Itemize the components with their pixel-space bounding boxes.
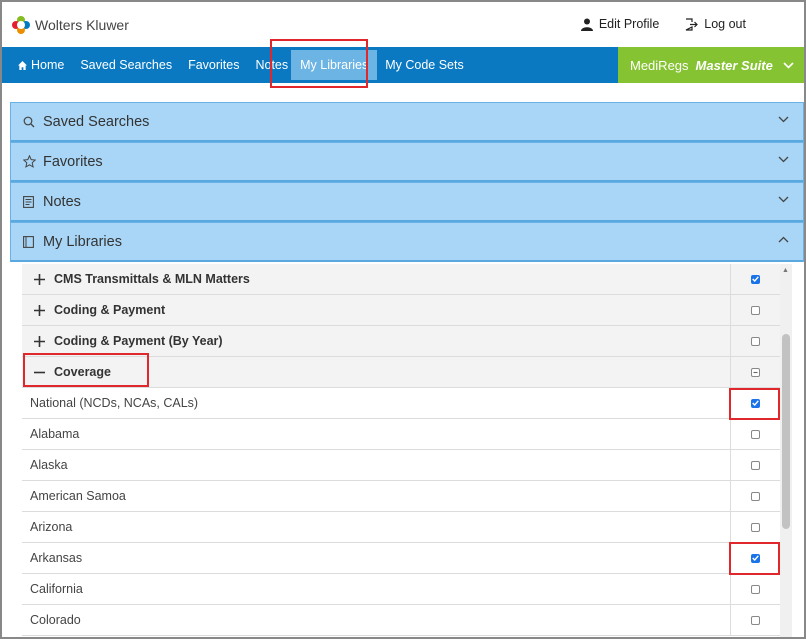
search-icon bbox=[23, 116, 35, 127]
library-icon bbox=[23, 235, 34, 248]
log-out-link[interactable]: Log out bbox=[685, 17, 746, 31]
library-group-row[interactable]: CMS Transmittals & MLN Matters bbox=[22, 264, 792, 295]
user-icon bbox=[580, 18, 593, 31]
coverage-item-row[interactable]: American Samoa bbox=[22, 481, 792, 512]
nav-favorites[interactable]: Favorites bbox=[180, 47, 247, 83]
accordion-favorites-label: Favorites bbox=[43, 153, 103, 170]
nav-home-label: Home bbox=[31, 58, 65, 72]
plus-icon[interactable] bbox=[33, 335, 45, 347]
nav-my-libraries[interactable]: My Libraries bbox=[291, 50, 378, 80]
library-checkbox[interactable] bbox=[751, 305, 760, 315]
coverage-item-row[interactable]: Arkansas bbox=[22, 543, 792, 574]
check-icon bbox=[752, 555, 759, 561]
accordion: Saved Searches Favorites Notes My Librar… bbox=[10, 102, 804, 262]
notes-icon bbox=[23, 195, 34, 208]
plus-icon[interactable] bbox=[33, 304, 45, 316]
coverage-item-row[interactable]: National (NCDs, NCAs, CALs) bbox=[22, 388, 792, 419]
list-scrollbar[interactable]: ▲ bbox=[780, 264, 792, 637]
coverage-checkbox[interactable] bbox=[751, 553, 760, 563]
coverage-item-row[interactable]: Colorado bbox=[22, 605, 792, 636]
coverage-item-label: American Samoa bbox=[30, 489, 126, 503]
nav-notes[interactable]: Notes bbox=[247, 47, 291, 83]
app-frame: Wolters Kluwer Edit Profile Log out Home… bbox=[0, 0, 806, 639]
library-checkbox[interactable] bbox=[751, 274, 760, 284]
library-group-label: Coding & Payment (By Year) bbox=[54, 334, 223, 348]
accordion-notes-label: Notes bbox=[43, 193, 81, 210]
brand-logo[interactable]: Wolters Kluwer bbox=[12, 16, 129, 34]
brand-name: Wolters Kluwer bbox=[35, 17, 129, 33]
library-checkbox[interactable] bbox=[751, 336, 760, 346]
home-icon bbox=[18, 60, 27, 70]
coverage-item-label: Arkansas bbox=[30, 551, 83, 565]
suite-name: Master Suite bbox=[695, 57, 773, 73]
library-group-row[interactable]: Coding & Payment (By Year) bbox=[22, 326, 792, 357]
nav-saved-searches[interactable]: Saved Searches bbox=[72, 47, 180, 83]
accordion-my-libraries-label: My Libraries bbox=[43, 233, 122, 250]
library-group-label: CMS Transmittals & MLN Matters bbox=[54, 272, 250, 286]
nav-my-code-sets[interactable]: My Code Sets bbox=[377, 47, 472, 83]
top-header: Wolters Kluwer Edit Profile Log out bbox=[2, 2, 804, 47]
scrollbar-thumb[interactable] bbox=[782, 334, 790, 529]
coverage-item-row[interactable]: Arizona bbox=[22, 512, 792, 543]
coverage-checkbox[interactable] bbox=[751, 522, 760, 532]
main-nav: Home Saved Searches Favorites Notes My L… bbox=[2, 47, 804, 83]
chevron-down-icon bbox=[783, 61, 794, 69]
coverage-checkbox[interactable] bbox=[751, 584, 760, 594]
library-group-label: Coding & Payment bbox=[54, 303, 166, 317]
chevron-down-icon bbox=[778, 156, 789, 163]
coverage-item-label: Arizona bbox=[30, 520, 73, 534]
minus-icon[interactable] bbox=[33, 367, 45, 378]
check-icon bbox=[752, 276, 759, 282]
library-list: CMS Transmittals & MLN Matters Coding & … bbox=[22, 264, 792, 637]
edit-profile-label: Edit Profile bbox=[598, 17, 660, 31]
coverage-item-label: Colorado bbox=[30, 613, 81, 627]
wolters-kluwer-logo-icon bbox=[12, 16, 30, 34]
coverage-checkbox[interactable] bbox=[751, 429, 760, 439]
accordion-my-libraries[interactable]: My Libraries bbox=[10, 222, 804, 262]
coverage-checkbox[interactable] bbox=[751, 460, 760, 470]
plus-icon[interactable] bbox=[33, 273, 45, 285]
coverage-item-label: California bbox=[30, 582, 83, 596]
library-group-row[interactable]: Coding & Payment bbox=[22, 295, 792, 326]
check-icon bbox=[752, 400, 759, 406]
accordion-favorites[interactable]: Favorites bbox=[10, 142, 804, 182]
accordion-saved-searches-label: Saved Searches bbox=[43, 113, 150, 130]
scroll-up-icon[interactable]: ▲ bbox=[782, 267, 789, 274]
accordion-saved-searches[interactable]: Saved Searches bbox=[10, 102, 804, 142]
coverage-checkbox[interactable] bbox=[751, 398, 760, 408]
edit-profile-link[interactable]: Edit Profile bbox=[580, 17, 660, 31]
coverage-item-row[interactable]: Alaska bbox=[22, 450, 792, 481]
coverage-item-row[interactable]: California bbox=[22, 574, 792, 605]
accordion-notes[interactable]: Notes bbox=[10, 182, 804, 222]
suite-selector[interactable]: MediRegs Master Suite bbox=[618, 47, 804, 83]
chevron-down-icon bbox=[778, 116, 789, 123]
chevron-up-icon bbox=[778, 236, 789, 243]
library-checkbox-partial[interactable] bbox=[751, 367, 760, 377]
coverage-checkbox[interactable] bbox=[751, 491, 760, 501]
coverage-item-label: National (NCDs, NCAs, CALs) bbox=[30, 396, 199, 410]
chevron-down-icon bbox=[778, 196, 789, 203]
suite-brand: MediRegs bbox=[630, 57, 689, 73]
nav-home[interactable]: Home bbox=[10, 47, 72, 83]
coverage-item-label: Alaska bbox=[30, 458, 68, 472]
minus-icon bbox=[753, 371, 758, 373]
logout-icon bbox=[686, 17, 699, 31]
library-group-label: Coverage bbox=[54, 365, 111, 379]
coverage-item-label: Alabama bbox=[30, 427, 80, 441]
library-group-row-coverage[interactable]: Coverage bbox=[22, 357, 792, 388]
log-out-label: Log out bbox=[704, 17, 746, 31]
coverage-checkbox[interactable] bbox=[751, 615, 760, 625]
coverage-item-row[interactable]: Alabama bbox=[22, 419, 792, 450]
star-icon bbox=[23, 155, 36, 168]
